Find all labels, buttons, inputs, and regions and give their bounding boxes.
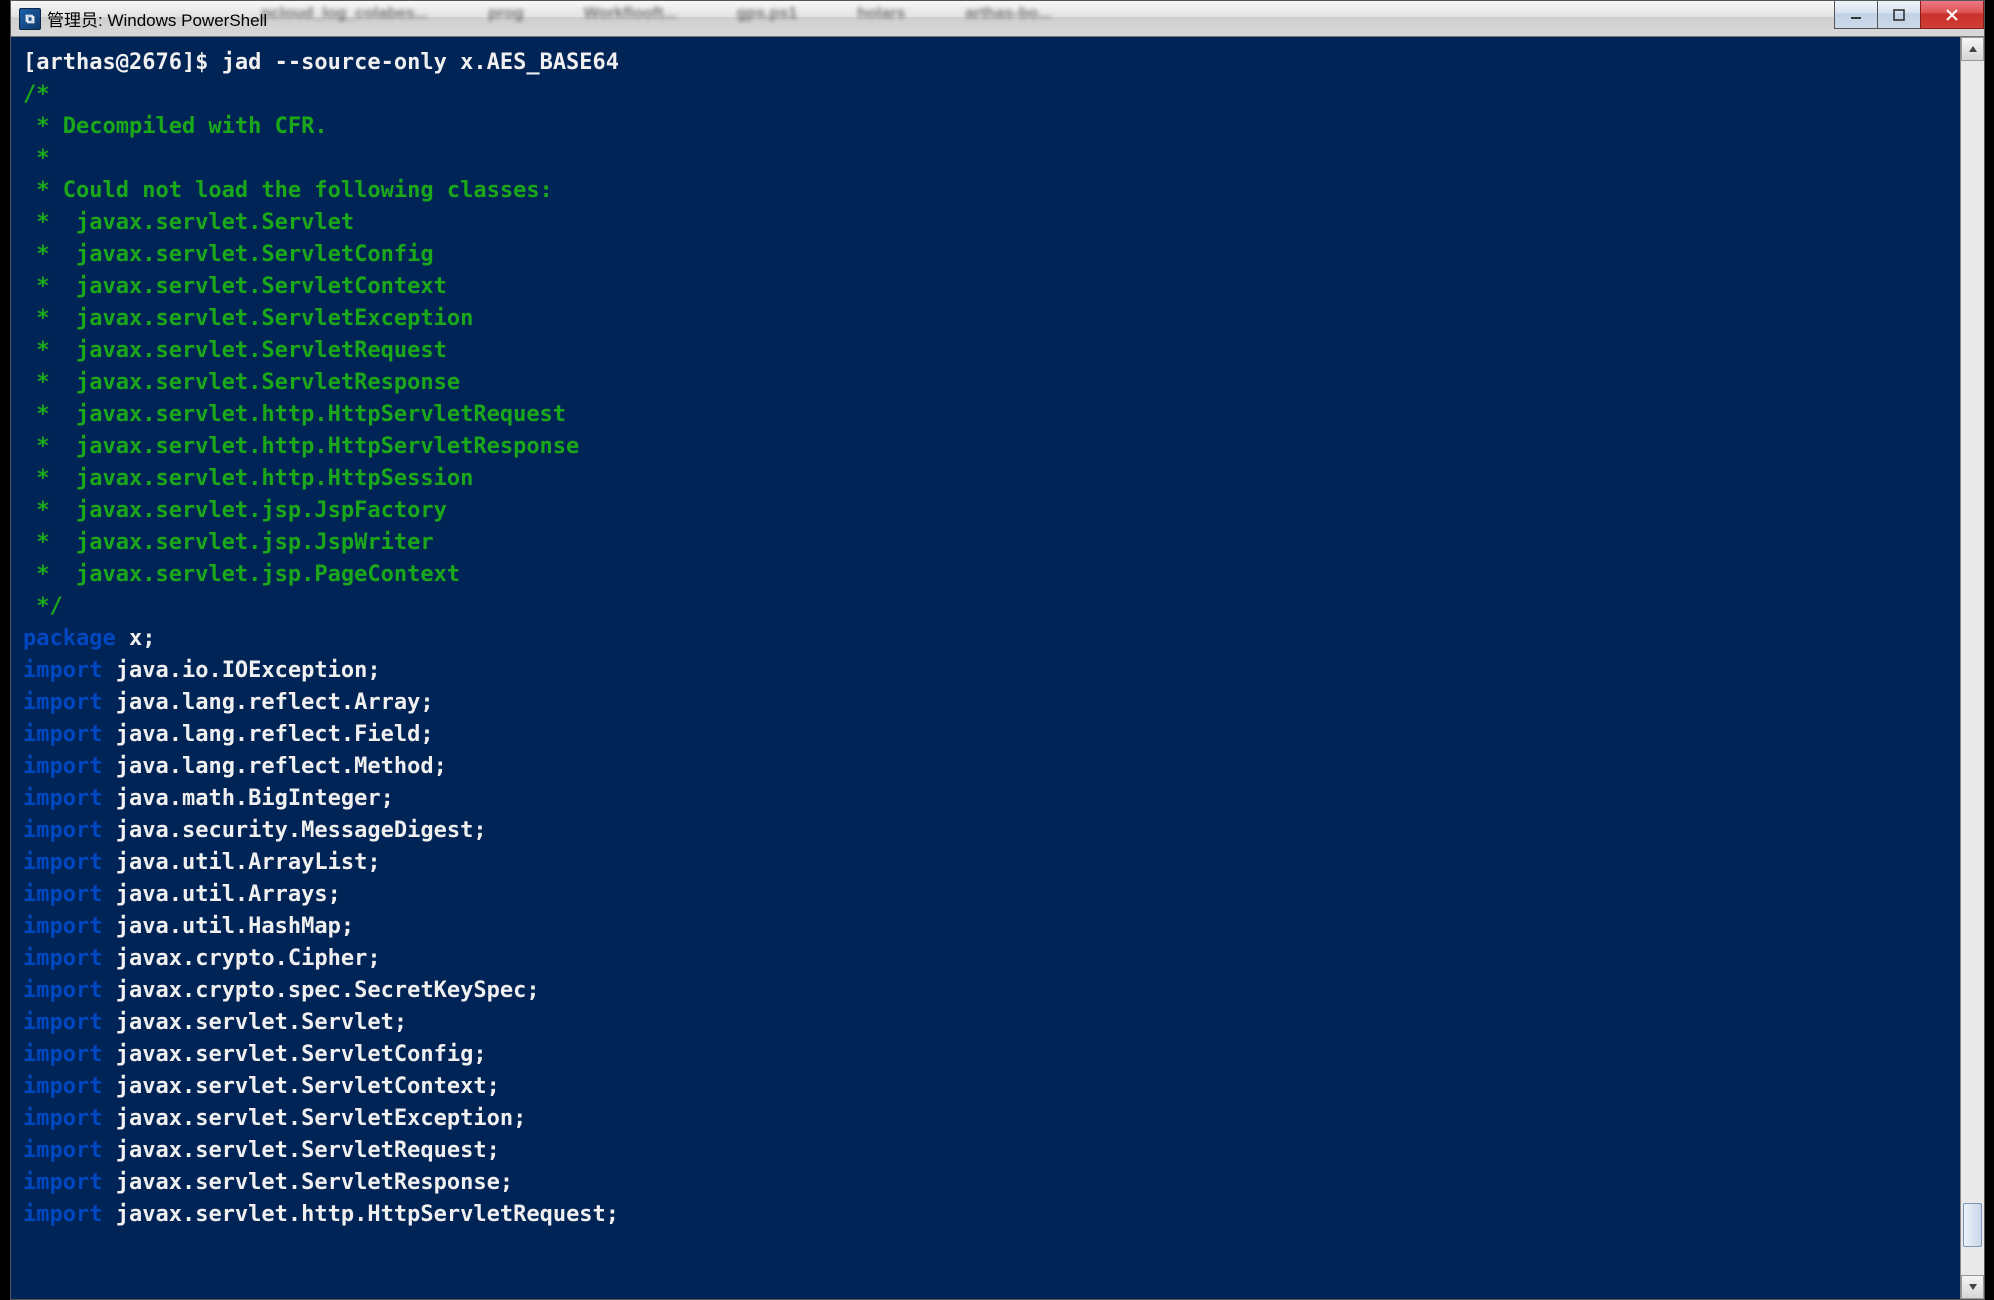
powershell-icon: ⧉ — [19, 8, 41, 30]
minimize-button[interactable] — [1834, 1, 1878, 29]
background-taskbar-blur: pcloud_log_colabes... prog Workflooft...… — [261, 5, 1051, 23]
scroll-up-button[interactable] — [1961, 37, 1984, 61]
chevron-up-icon — [1968, 45, 1978, 53]
scroll-down-button[interactable] — [1961, 1275, 1984, 1299]
vertical-scrollbar[interactable] — [1960, 37, 1984, 1299]
close-icon — [1945, 8, 1959, 22]
titlebar[interactable]: ⧉ 管理员: Windows PowerShell pcloud_log_col… — [11, 1, 1984, 37]
scrollbar-thumb[interactable] — [1963, 1203, 1982, 1247]
terminal-output: [arthas@2676]$ jad --source-only x.AES_B… — [23, 47, 1958, 1297]
maximize-icon — [1893, 9, 1905, 21]
powershell-window: ⧉ 管理员: Windows PowerShell pcloud_log_col… — [10, 0, 1985, 1300]
window-title: 管理员: Windows PowerShell — [47, 6, 267, 31]
maximize-button[interactable] — [1877, 1, 1921, 29]
chevron-down-icon — [1968, 1283, 1978, 1291]
powershell-icon-glyph: ⧉ — [25, 11, 34, 27]
scrollbar-track[interactable] — [1961, 61, 1984, 1275]
minimize-icon — [1850, 9, 1862, 21]
terminal-area[interactable]: [arthas@2676]$ jad --source-only x.AES_B… — [11, 37, 1984, 1299]
close-button[interactable] — [1920, 1, 1984, 29]
window-controls — [1835, 1, 1984, 29]
